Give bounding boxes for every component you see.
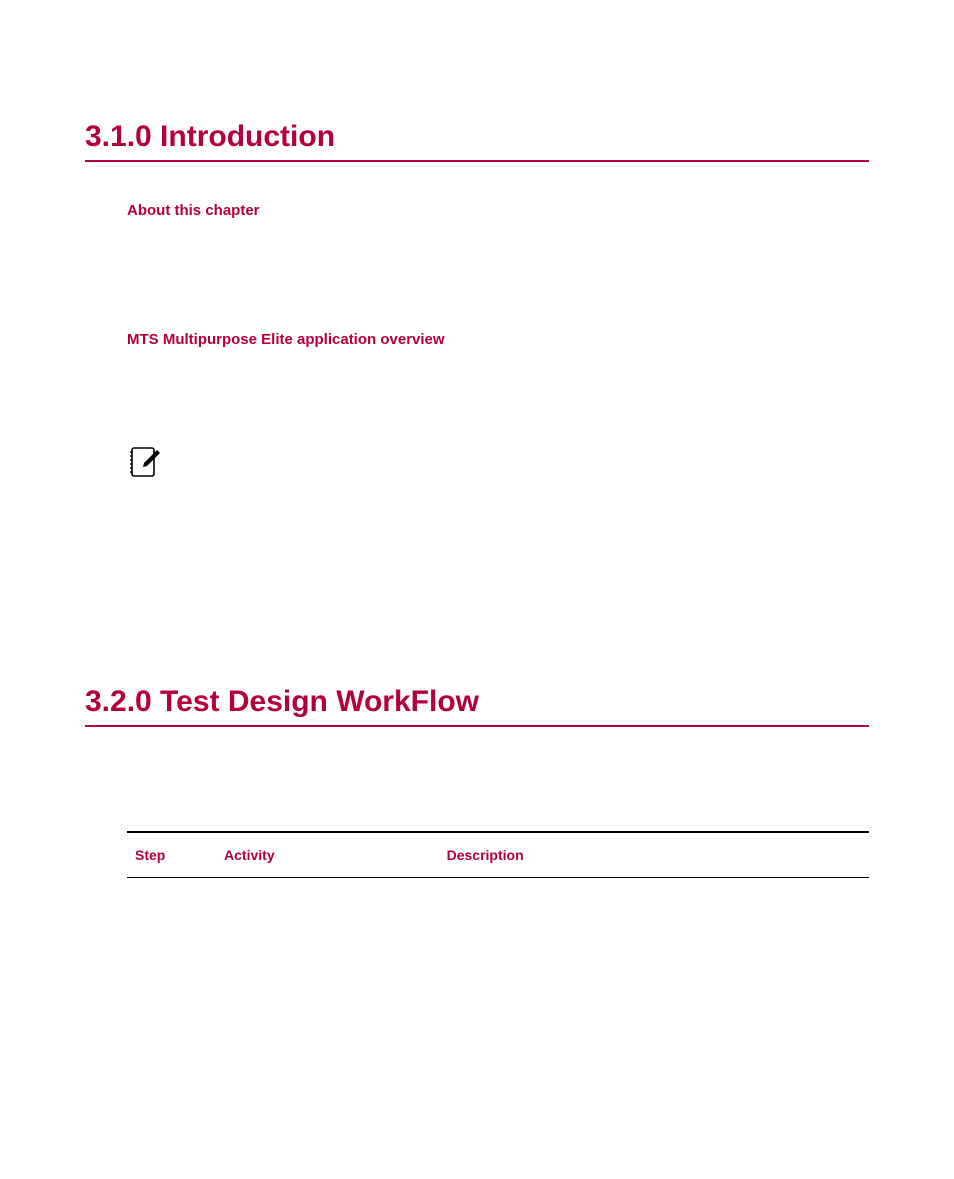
- note-icon: [127, 444, 163, 480]
- section-heading-introduction: 3.1.0 Introduction: [85, 120, 869, 162]
- workflow-intro-paragraph: [127, 767, 869, 807]
- table-header-step: Step: [127, 832, 216, 878]
- note-block: [127, 444, 869, 485]
- table-header-description: Description: [439, 832, 869, 878]
- table-header-activity: Activity: [216, 832, 439, 878]
- section-heading-workflow: 3.2.0 Test Design WorkFlow: [85, 685, 869, 727]
- workflow-table: Step Activity Description: [127, 831, 869, 878]
- workflow-table-wrap: Step Activity Description: [127, 831, 869, 878]
- subheading-app-overview: MTS Multipurpose Elite application overv…: [127, 331, 869, 348]
- subheading-about-chapter: About this chapter: [127, 202, 869, 219]
